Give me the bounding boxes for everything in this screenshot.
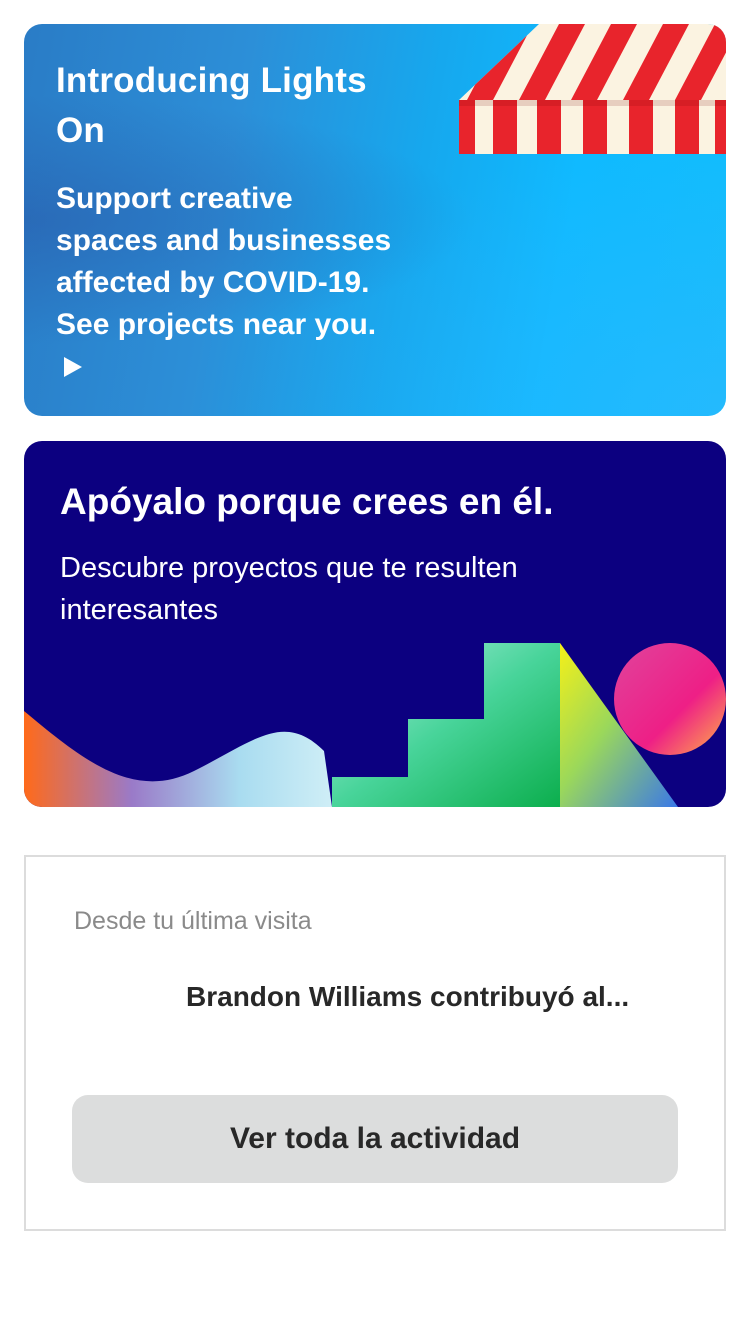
activity-section-label: Desde tu última visita: [74, 907, 312, 935]
lights-on-banner[interactable]: Introducing Lights On Support creative s…: [24, 24, 726, 416]
lights-on-title: Introducing Lights On: [56, 61, 367, 150]
activity-entry[interactable]: Brandon Williams contribuyó al...: [186, 979, 686, 1015]
view-all-activity-button[interactable]: Ver toda la actividad: [72, 1095, 678, 1183]
discover-description: Descubre proyectos que te resulten inter…: [60, 552, 518, 626]
play-icon: [64, 357, 82, 377]
awning-illustration: [459, 24, 726, 154]
discover-projects-banner[interactable]: Apóyalo porque crees en él. Descubre pro…: [24, 441, 726, 807]
activity-card: Desde tu última visita Brandon Williams …: [24, 855, 726, 1231]
lights-on-description: Support creative spaces and businesses a…: [56, 178, 396, 388]
discover-title: Apóyalo porque crees en él.: [60, 481, 554, 522]
lights-on-description-text: Support creative spaces and businesses a…: [56, 182, 392, 341]
